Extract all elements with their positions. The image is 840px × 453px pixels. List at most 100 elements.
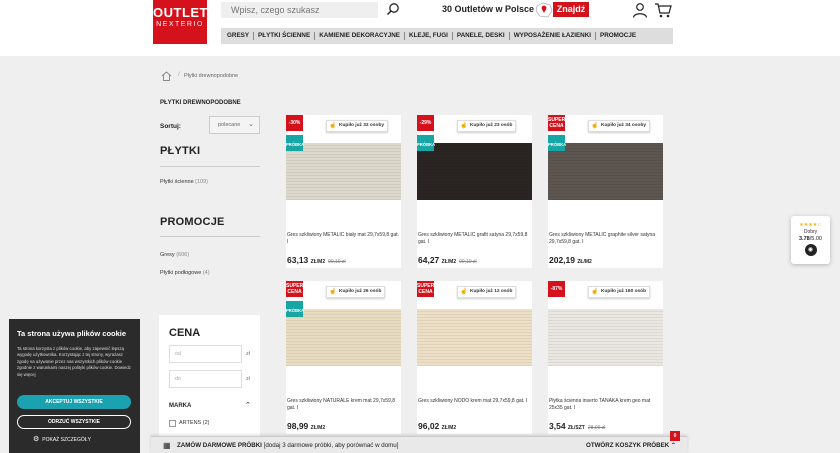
product-image[interactable] <box>417 143 532 200</box>
marka-heading[interactable]: MARKA <box>169 403 191 409</box>
cena-heading: CENA <box>169 327 201 339</box>
product-name[interactable]: Płytka ścienna inserto TANAKA krem geo m… <box>549 398 661 412</box>
hand-icon: ☝ <box>329 123 337 129</box>
product-name[interactable]: Gres szkliwiony METALIC graphite silver … <box>549 232 661 246</box>
reject-all-button[interactable]: ODRZUĆ WSZYSTKIE <box>17 415 131 429</box>
product-card[interactable]: -29% PRÓBKA ☝ Kupiło już 23 osób Gres szkliw… <box>417 115 532 268</box>
discount-badge: -87% <box>548 281 565 297</box>
product-card[interactable]: SUPER CENA PRÓBKA ☝ Kupiło już 34 osoby Gres… <box>548 115 663 268</box>
ceneo-icon: ◉ <box>804 244 817 256</box>
nav-item-kamienie[interactable]: KAMIENIE DEKORACYJNE <box>315 32 406 40</box>
sort-value: polecane <box>218 122 241 128</box>
filter-count: (109) <box>195 179 209 185</box>
product-image[interactable] <box>286 143 401 200</box>
rating-widget[interactable]: ★★★★☆ Dobry 3.78/5.00 ◉ <box>791 216 830 264</box>
currency-label: zł <box>246 376 250 382</box>
cookie-title: Ta strona używa plików cookie <box>17 329 127 338</box>
cookie-body: Ta strona korzysta z plików cookie, aby … <box>17 346 131 377</box>
product-price: 96,02 ZŁ/M2 <box>418 421 456 431</box>
product-image[interactable] <box>548 309 663 366</box>
price-value: 64,27 <box>418 255 440 265</box>
gear-icon: ⚙ <box>33 436 40 443</box>
currency-label: zł <box>246 351 250 357</box>
product-image[interactable] <box>286 309 401 366</box>
score-max: /5.00 <box>809 236 822 242</box>
filter-label: Płytki podłogowe <box>160 270 202 276</box>
sample-bar[interactable]: ▦ ZAMÓW DARMOWE PRÓBKI [dodaj 3 darmowe … <box>151 431 687 453</box>
page-title: PŁYTKI DREWNOPODOBNE <box>160 100 241 106</box>
product-name[interactable]: Gres szkliwiony METALIC biały mat 29,7x5… <box>287 232 399 246</box>
product-name[interactable]: Gres szkliwiony NODO krem mat 29,7x59,8 … <box>418 398 530 405</box>
hand-icon: ☝ <box>591 123 599 129</box>
product-card[interactable]: SUPER CENA PRÓBKA ☝ Kupiło już 26 osób Gres … <box>286 281 401 434</box>
discount-badge: SUPER CENA <box>417 281 435 297</box>
hand-icon: ☝ <box>460 123 468 129</box>
open-sample-cart-label: OTWÓRZ KOSZYK PRÓBEK <box>586 442 670 449</box>
price-unit: ZŁ/M2 <box>441 425 457 431</box>
product-image[interactable] <box>548 143 663 200</box>
price-unit: ZŁ/SZT <box>567 425 585 431</box>
nav-item-gresy[interactable]: GRESY <box>223 32 255 40</box>
sample-bar-bold: ZAMÓW DARMOWE PRÓBKI <box>177 442 262 449</box>
divider <box>160 236 260 237</box>
price-to-input[interactable]: do <box>169 370 242 388</box>
price-unit: ZŁ/M2 <box>310 259 326 265</box>
discount-badge: -30% <box>286 115 303 131</box>
bought-text: Kupiło już 33 osoby <box>339 123 385 128</box>
product-price: 202,19 ZŁ/M2 <box>549 255 592 265</box>
bought-count: ☝ Kupiło już 160 osób <box>588 286 651 298</box>
old-price: 90,19 zł <box>459 259 477 265</box>
nav-item-wyposazenie[interactable]: WYPOSAŻENIE ŁAZIENKI <box>510 32 597 40</box>
filter-plytki-podlogowe[interactable]: Płytki podłogowe (4) <box>160 270 210 276</box>
sample-badge: PRÓBKA <box>548 135 566 151</box>
outlets-count[interactable]: 30 Outletów w Polsce <box>442 4 534 14</box>
search-icon[interactable] <box>386 2 400 16</box>
home-icon[interactable] <box>161 71 172 81</box>
price-value: 202,19 <box>549 255 575 265</box>
nav-item-kleje[interactable]: KLEJE, FUGI <box>405 32 453 40</box>
product-price: 98,99 ZŁ/M2 <box>287 421 325 431</box>
price-from-input[interactable]: od <box>169 345 242 363</box>
product-name[interactable]: Gres szkliwiony NATURALE krem mat 29,7x5… <box>287 398 399 412</box>
open-sample-cart-button[interactable]: OTWÓRZ KOSZYK PRÓBEK ⌃ <box>586 442 676 449</box>
main-nav: GRESY PŁYTKI ŚCIENNE KAMIENIE DEKORACYJN… <box>221 28 673 44</box>
bought-text: Kupiło już 12 osób <box>470 289 513 294</box>
product-price: 63,13 ZŁ/M2 90,19 zł <box>287 255 346 265</box>
discount-badge: -29% <box>417 115 434 131</box>
product-image[interactable] <box>417 309 532 366</box>
sample-bar-rest: [dodaj 3 darmowe próbki, aby porównać w … <box>263 442 399 449</box>
user-icon[interactable] <box>632 2 648 18</box>
bought-text: Kupiło już 160 osób <box>601 289 647 294</box>
price-value: 3,54 <box>549 421 566 431</box>
filter-plytki-scienne[interactable]: Płytki ścienne (109) <box>160 179 208 185</box>
bought-count: ☝ Kupiło już 33 osoby <box>326 120 389 132</box>
rating-score: 3.78/5.00 <box>791 236 830 242</box>
logo[interactable]: OUTLET NEXTERIO <box>153 0 208 44</box>
price-unit: ZŁ/M2 <box>441 259 457 265</box>
marka-checkbox[interactable] <box>169 420 176 427</box>
sample-badge: PRÓBKA <box>286 301 304 317</box>
filter-count: (606) <box>176 252 190 258</box>
product-card[interactable]: SUPER CENA ☝ Kupiło już 12 osób Gres szkliw… <box>417 281 532 434</box>
nav-item-plytki-scienne[interactable]: PŁYTKI ŚCIENNE <box>254 32 316 40</box>
product-name[interactable]: Gres szkliwiony METALIC grafit satyna 29… <box>418 232 530 246</box>
product-card[interactable]: -30% PRÓBKA ☝ Kupiło już 33 osoby Gres szkli… <box>286 115 401 268</box>
product-card[interactable]: -87% ☝ Kupiło już 160 osób Płytka ścienna i… <box>548 281 663 434</box>
filter-label: Płytki ścienne <box>160 179 194 185</box>
search-input[interactable] <box>221 2 378 18</box>
filter-gresy[interactable]: Gresy (606) <box>160 252 189 258</box>
cart-icon[interactable] <box>654 2 672 18</box>
sort-select[interactable]: polecane ⌄ <box>209 116 260 134</box>
samples-icon: ▦ <box>163 441 171 450</box>
promocje-heading: PROMOCJE <box>160 216 225 228</box>
find-outlet-button[interactable]: Znajdź <box>553 2 589 17</box>
nav-item-panele[interactable]: PANELE, DESKI <box>453 32 510 40</box>
details-label: POKAŻ SZCZEGÓŁY <box>42 437 91 443</box>
accept-all-button[interactable]: AKCEPTUJ WSZYSTKIE <box>17 395 131 409</box>
show-details-button[interactable]: ⚙ POKAŻ SZCZEGÓŁY <box>33 435 91 443</box>
nav-item-promocje[interactable]: PROMOCJE <box>596 32 640 40</box>
stars-icon: ★★★★☆ <box>799 222 822 228</box>
chevron-up-icon[interactable]: ⌃ <box>245 401 251 409</box>
breadcrumb-separator: / <box>178 72 180 78</box>
bought-text: Kupiło już 23 osób <box>470 123 513 128</box>
